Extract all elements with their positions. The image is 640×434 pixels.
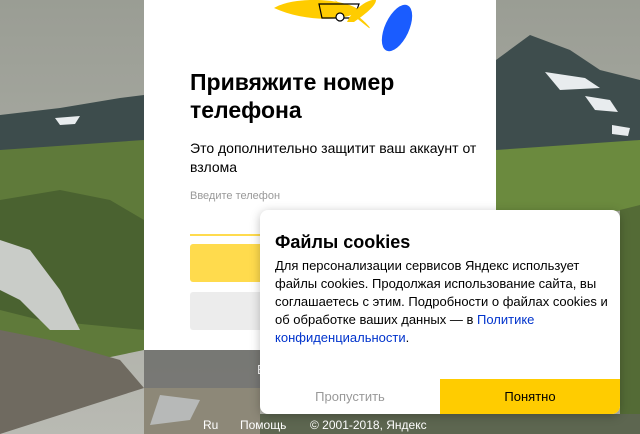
cookie-text: Для персонализации сервисов Яндекс испол… (275, 257, 610, 347)
cookie-accept-button[interactable]: Понятно (440, 379, 620, 414)
help-link[interactable]: Помощь (240, 418, 286, 432)
cookie-title: Файлы cookies (275, 232, 411, 252)
cookie-consent-popup: Файлы cookies Для персонализации сервисо… (260, 210, 620, 414)
cookie-text-body: Для персонализации сервисов Яндекс испол… (275, 258, 608, 327)
cookie-text-end: . (405, 330, 410, 345)
page-title: Привяжите номер телефона (190, 69, 395, 123)
copyright-text: © 2001-2018, Яндекс (310, 418, 427, 432)
card-description: Это дополнительно защитит ваш аккаунт от… (190, 140, 477, 175)
footer: Ru Помощь © 2001-2018, Яндекс (0, 416, 640, 434)
language-switch-link[interactable]: Ru (203, 418, 218, 432)
phone-illustration-icon (144, 0, 496, 58)
cookie-skip-button[interactable]: Пропустить (260, 379, 440, 414)
phone-field-label: Введите телефон (190, 190, 281, 202)
